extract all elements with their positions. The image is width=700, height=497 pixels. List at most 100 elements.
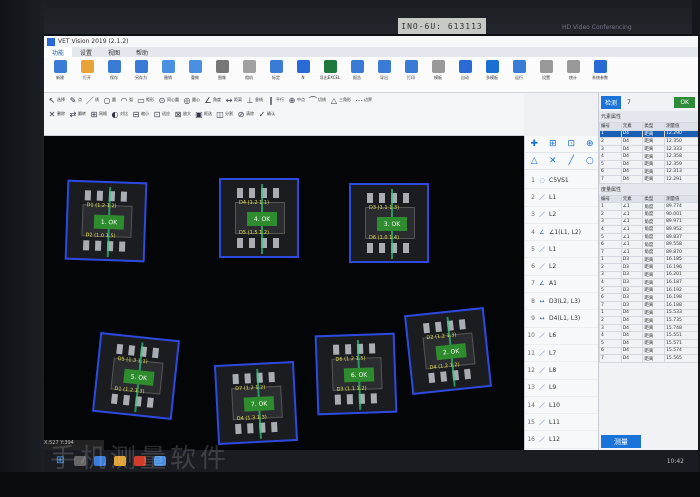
feature-list-item[interactable]: 2 ／ L1 [525, 189, 599, 207]
tool-button[interactable]: ◎ 圆心 [183, 96, 201, 105]
ribbon-button[interactable]: 设置 [534, 57, 558, 91]
feature-list-item[interactable]: 13 ／ L9 [525, 380, 599, 397]
ribbon-button[interactable]: 另存为 [129, 57, 153, 91]
tool-button[interactable]: ／线 [86, 96, 99, 105]
image-canvas[interactable]: D1 (1.2 1.2) D2 (1.0 1.5) 1. OK D4 (1.2 1.1… [44, 136, 524, 450]
measure-button[interactable]: 测量 [601, 435, 641, 448]
feature-list-item[interactable]: 7 ∠ A1 [525, 276, 599, 294]
ribbon-button[interactable]: 自动 [453, 57, 477, 91]
menu-tab[interactable]: 帮助 [128, 47, 156, 57]
table-row[interactable]: 3 D3 距离 16.201 [599, 270, 698, 280]
ribbon-button[interactable]: 相机 [237, 57, 261, 91]
table-row[interactable]: 6 D3 距离 16.198 [599, 293, 698, 303]
inspected-part[interactable]: D3 (1.1 1.3) D6 (1.0 1.4) 3. OK [349, 183, 429, 263]
table-row[interactable]: 5 D3 距离 16.192 [599, 285, 698, 295]
tool-button[interactable]: ↔ 距离 [225, 96, 242, 105]
table-row[interactable]: 1 D4 距离 12.290 [599, 129, 698, 139]
table-row[interactable]: 2 D3 距离 16.196 [599, 263, 698, 272]
ribbon-button[interactable]: 系统参数 [588, 57, 612, 91]
ribbon-button[interactable]: 多模板 [480, 57, 504, 91]
fit-icon[interactable]: ⊡ [566, 139, 576, 149]
tool-button[interactable]: ◠ 弧 [120, 96, 134, 105]
table-row[interactable]: 7 D3 距离 16.188 [599, 301, 698, 310]
table-row[interactable]: 5 D4 距离 15.571 [599, 339, 698, 348]
table-row[interactable]: 3 ∠1 角度 89.971 [599, 217, 698, 227]
triangle-icon[interactable]: △ [529, 156, 539, 166]
table-row[interactable]: 4 D4 距离 15.551 [599, 331, 698, 341]
ribbon-button[interactable]: 撤销 [156, 57, 180, 91]
feature-list-item[interactable]: 9 ↔ D4(L1, L3) [525, 310, 599, 328]
tool-button[interactable]: ✓ 确认 [258, 110, 275, 119]
tool-button[interactable]: ∥ 平行 [267, 96, 284, 105]
menu-tab[interactable]: 功能 [44, 47, 73, 57]
ribbon-button[interactable]: 图像 [210, 57, 234, 91]
inspected-part[interactable]: D7 (1.2 1.2) D4 (1.3 1.3) 7. OK [213, 360, 299, 446]
feature-list-item[interactable]: 8 ↔ D3(L2, L3) [525, 293, 599, 311]
tool-button[interactable]: ⋯ 边界 [355, 96, 372, 105]
tool-button[interactable]: ⊞ 网格 [90, 110, 107, 119]
tool-button[interactable]: ○ 圆 [103, 96, 117, 105]
line-icon[interactable]: ╱ [566, 156, 576, 166]
tool-button[interactable]: ⊙ 同心圆 [158, 96, 179, 105]
table-row[interactable]: 4 D4 距离 12.358 [599, 152, 698, 161]
table-row[interactable]: 7 D4 距离 15.565 [599, 354, 698, 363]
tool-button[interactable]: ◐ 对比 [111, 110, 129, 119]
tool-button[interactable]: ↖ 选择 [48, 96, 65, 105]
table-row[interactable]: 6 ∠1 角度 89.558 [599, 240, 698, 249]
ribbon-button[interactable]: 报告 [345, 57, 369, 91]
measure-icon[interactable]: ⊞ [548, 139, 558, 149]
feature-list-item[interactable]: 1 ◌ C5VS1 [525, 172, 599, 190]
table-row[interactable]: 7 ∠1 角度 89.870 [599, 247, 698, 257]
table-row[interactable]: 7 D4 距离 12.291 [599, 175, 698, 184]
ribbon-button[interactable]: 重做 [183, 57, 207, 91]
cross-icon[interactable]: ✕ [548, 156, 558, 166]
table-row[interactable]: 2 D4 距离 15.735 [599, 316, 698, 325]
ribbon-button[interactable]: 打印 [399, 57, 423, 91]
inspected-part[interactable]: D1 (1.2 1.2) D2 (1.0 1.5) 1. OK [64, 179, 148, 263]
feature-list-item[interactable]: 10 ／ L6 [525, 328, 599, 345]
tool-button[interactable]: ⊡ 适应 [153, 110, 170, 119]
inspected-part[interactable]: D6 (1.2 1.5) D3 (1.1 1.2) 6. OK [314, 332, 398, 416]
tool-button[interactable]: ▭ 矩形 [137, 96, 154, 105]
tool-button[interactable]: ⊘ 清除 [237, 110, 254, 119]
ribbon-button[interactable]: 导出 [372, 57, 396, 91]
table-row[interactable]: 5 ∠1 角度 89.837 [599, 232, 698, 242]
feature-list-item[interactable]: 5 ／ L1 [525, 241, 599, 259]
table-row[interactable]: 4 ∠1 角度 89.952 [599, 225, 698, 234]
tool-button[interactable]: △ 三角形 [330, 96, 351, 105]
feature-list-item[interactable]: 4 ∠ ∠1(L1, L2) [525, 224, 599, 242]
inspected-part[interactable]: D5 (1.3 1.1) D1 (1.2 1.3) 5. OK [92, 332, 180, 420]
ribbon-button[interactable]: 新建 [48, 57, 72, 91]
tool-button[interactable]: ◫ 分割 [216, 110, 233, 119]
circle-icon[interactable]: ○ [585, 156, 595, 166]
tool-button[interactable]: ⊥ 垂线 [246, 96, 263, 105]
inspected-part[interactable]: D4 (1.2 1.1) D5 (1.5 1.2) 4. OK [219, 178, 299, 258]
tool-button[interactable]: ⊠ 放大 [174, 110, 191, 119]
tool-button[interactable]: ▣ 框选 [195, 110, 212, 119]
feature-list-item[interactable]: 12 ／ L8 [525, 362, 599, 380]
tool-button[interactable]: ✕ 删除 [48, 110, 65, 119]
target-icon[interactable]: ⊕ [585, 139, 595, 149]
table-row[interactable]: 6 D4 距离 12.313 [599, 167, 698, 177]
ribbon-button[interactable]: 运行 [507, 57, 531, 91]
tool-button[interactable]: ⌒ 切线 [309, 96, 326, 105]
menu-tab[interactable]: 设置 [72, 47, 100, 57]
add-icon[interactable]: ✚ [529, 139, 539, 149]
feature-list-item[interactable]: 3 ／ L2 [525, 207, 599, 224]
ribbon-button[interactable]: 导出EXCEL [318, 57, 342, 91]
tool-button[interactable]: ✎ 点 [69, 96, 82, 105]
tool-button[interactable]: ⊟ 缩小 [132, 110, 149, 119]
tool-button[interactable]: ∠ 角度 [204, 96, 221, 105]
feature-list-item[interactable]: 6 ／ L2 [525, 258, 599, 276]
table-row[interactable]: 6 D4 距离 15.574 [599, 346, 698, 356]
table-row[interactable]: 1 ∠1 角度 89.774 [599, 202, 698, 211]
ribbon-button[interactable]: 标定 [264, 57, 288, 91]
ribbon-button[interactable]: 打开 [75, 57, 99, 91]
tool-button[interactable]: ⇄ 翻转 [69, 110, 86, 119]
ribbon-button[interactable]: N [291, 57, 315, 91]
feature-list-item[interactable]: 16 ／ L12 [525, 431, 599, 449]
table-row[interactable]: 1 D4 距离 15.533 [599, 308, 698, 318]
table-row[interactable]: 5 D4 距离 12.359 [599, 159, 698, 169]
table-row[interactable]: 3 D4 距离 15.748 [599, 323, 698, 333]
feature-list-item[interactable]: 15 ／ L11 [525, 414, 599, 432]
